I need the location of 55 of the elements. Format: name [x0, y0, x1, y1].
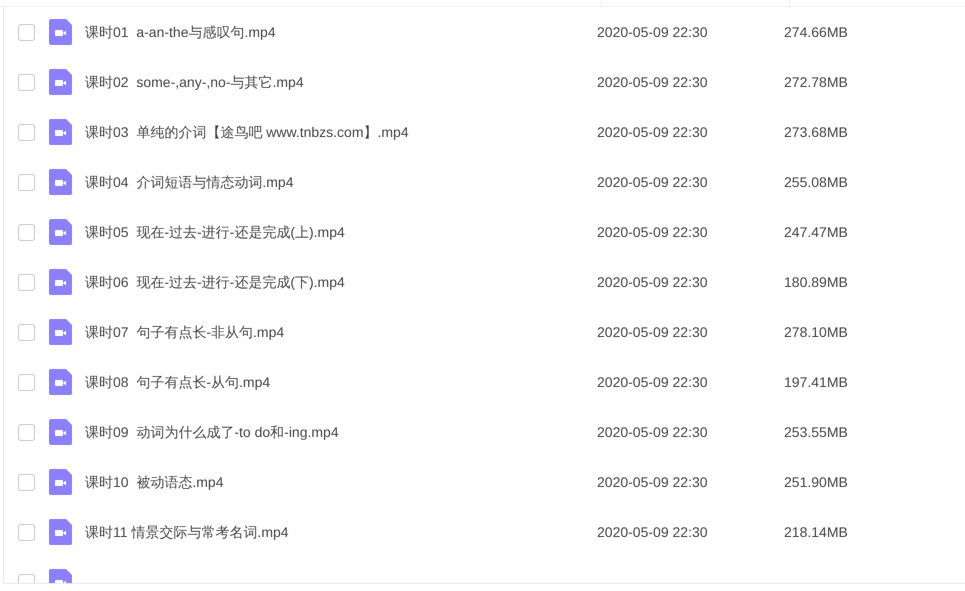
video-file-icon: [49, 19, 72, 45]
file-size: 251.90MB: [784, 472, 848, 492]
file-size: 274.66MB: [784, 22, 848, 42]
file-name[interactable]: 课时01 a-an-the与感叹句.mp4: [85, 22, 597, 42]
modified-date: 2020-05-09 22:30: [597, 522, 709, 542]
checkbox[interactable]: [18, 374, 35, 390]
file-size: 180.89MB: [784, 272, 848, 292]
modified-date: 2020-05-09 22:30: [597, 72, 709, 92]
video-file-icon: [49, 419, 72, 445]
file-name[interactable]: 课时05 现在-过去-进行-还是完成(上).mp4: [85, 222, 597, 242]
modified-date: 2020-05-09 22:30: [597, 172, 709, 192]
file-name[interactable]: 课时02 some-,any-,no-与其它.mp4: [85, 72, 597, 92]
video-file-icon: [49, 219, 72, 245]
file-name[interactable]: 课时11 情景交际与常考名词.mp4: [85, 522, 597, 542]
modified-date: 2020-05-09 22:30: [597, 372, 709, 392]
checkbox[interactable]: [18, 224, 35, 240]
file-name[interactable]: 课时07 句子有点长-非从句.mp4: [85, 322, 597, 342]
file-size: 273.68MB: [784, 122, 848, 142]
video-file-icon: [49, 469, 72, 495]
modified-date: 2020-05-09 22:30: [597, 472, 709, 492]
modified-date: 2020-05-09 22:30: [597, 222, 709, 242]
video-file-icon: [49, 519, 72, 545]
file-size: 247.47MB: [784, 222, 848, 242]
checkbox[interactable]: [18, 324, 35, 340]
file-size: 278.10MB: [784, 322, 848, 342]
file-name[interactable]: 课时10 被动语态.mp4: [85, 472, 597, 492]
file-size: 272.78MB: [784, 72, 848, 92]
file-name[interactable]: 课时06 现在-过去-进行-还是完成(下).mp4: [85, 272, 597, 292]
modified-date: 2020-05-09 22:30: [597, 322, 709, 342]
modified-date: 2020-05-09 22:30: [597, 272, 709, 292]
file-name[interactable]: 课时08 句子有点长-从句.mp4: [85, 372, 597, 392]
video-file-icon: [49, 119, 72, 145]
checkbox[interactable]: [18, 174, 35, 190]
checkbox[interactable]: [18, 524, 35, 540]
modified-date: 2020-05-09 22:30: [597, 22, 709, 42]
video-file-icon: [49, 269, 72, 295]
video-file-icon: [49, 69, 72, 95]
file-name[interactable]: 课时03 单纯的介词【途鸟吧 www.tnbzs.com】.mp4: [85, 122, 597, 142]
file-size: 218.14MB: [784, 522, 848, 542]
video-file-icon: [49, 169, 72, 195]
checkbox[interactable]: [18, 424, 35, 440]
modified-date: 2020-05-09 22:30: [597, 122, 709, 142]
file-size: 197.41MB: [784, 372, 848, 392]
file-size: 253.55MB: [784, 422, 848, 442]
checkbox[interactable]: [18, 24, 35, 40]
file-name[interactable]: 课时04 介词短语与情态动词.mp4: [85, 172, 597, 192]
video-file-icon: [49, 319, 72, 345]
checkbox[interactable]: [18, 74, 35, 90]
file-name[interactable]: 课时09 动词为什么成了-to do和-ing.mp4: [85, 422, 597, 442]
video-file-icon: [49, 369, 72, 395]
checkbox[interactable]: [18, 124, 35, 140]
modified-date: 2020-05-09 22:30: [597, 422, 709, 442]
checkbox[interactable]: [18, 474, 35, 490]
checkbox[interactable]: [18, 274, 35, 290]
file-size: 255.08MB: [784, 172, 848, 192]
